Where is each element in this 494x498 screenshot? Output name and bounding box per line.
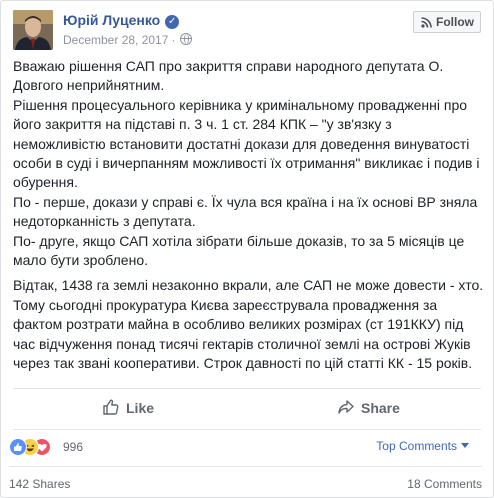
like-label: Like (126, 400, 155, 416)
share-label: Share (361, 400, 400, 416)
action-divider-bottom (13, 429, 481, 430)
rss-icon (421, 17, 432, 28)
follow-label: Follow (436, 15, 474, 29)
globe-icon[interactable] (180, 33, 193, 45)
caret-down-icon (461, 443, 469, 448)
comment-sort-label: Top Comments (376, 439, 457, 453)
shares-count[interactable]: 142 Shares (9, 477, 70, 491)
avatar-photo-icon (13, 10, 53, 50)
post-paragraph: По - перше, докази у справі є. Їх чула в… (13, 193, 478, 230)
comments-count[interactable]: 18 Comments (407, 477, 482, 491)
post-body: Вважаю рішення САП про закриття справи н… (13, 57, 485, 374)
author-name[interactable]: Юрій Луценко ✓ (63, 12, 180, 29)
post-card: Юрій Луценко ✓ December 28, 2017 · Follow … (0, 0, 494, 498)
verified-badge-icon: ✓ (165, 15, 180, 29)
post-meta: December 28, 2017 · (63, 33, 193, 47)
stats-divider (9, 466, 482, 467)
action-divider-top (13, 388, 481, 389)
meta-separator: · (171, 33, 176, 47)
follow-button[interactable]: Follow (413, 11, 481, 33)
post-paragraph: По- друге, якщо САП хотіла зібрати більш… (13, 232, 465, 269)
post-paragraph: Відтак, 1438 га землі незаконно вкрали, … (13, 277, 484, 372)
post-paragraph: Вважаю рішення САП про закриття справи н… (13, 58, 444, 94)
like-reaction-icon (9, 438, 27, 456)
author-name-text[interactable]: Юрій Луценко (63, 12, 160, 28)
post-date[interactable]: December 28, 2017 (63, 33, 168, 47)
post-paragraph: Рішення процесуального керівника у кримі… (13, 96, 480, 191)
thumbs-up-icon (103, 399, 119, 415)
share-arrow-icon (338, 400, 354, 414)
author-avatar[interactable] (13, 10, 53, 50)
comment-sort-dropdown[interactable]: Top Comments (376, 439, 469, 453)
reactions-count[interactable]: 996 (63, 440, 83, 454)
